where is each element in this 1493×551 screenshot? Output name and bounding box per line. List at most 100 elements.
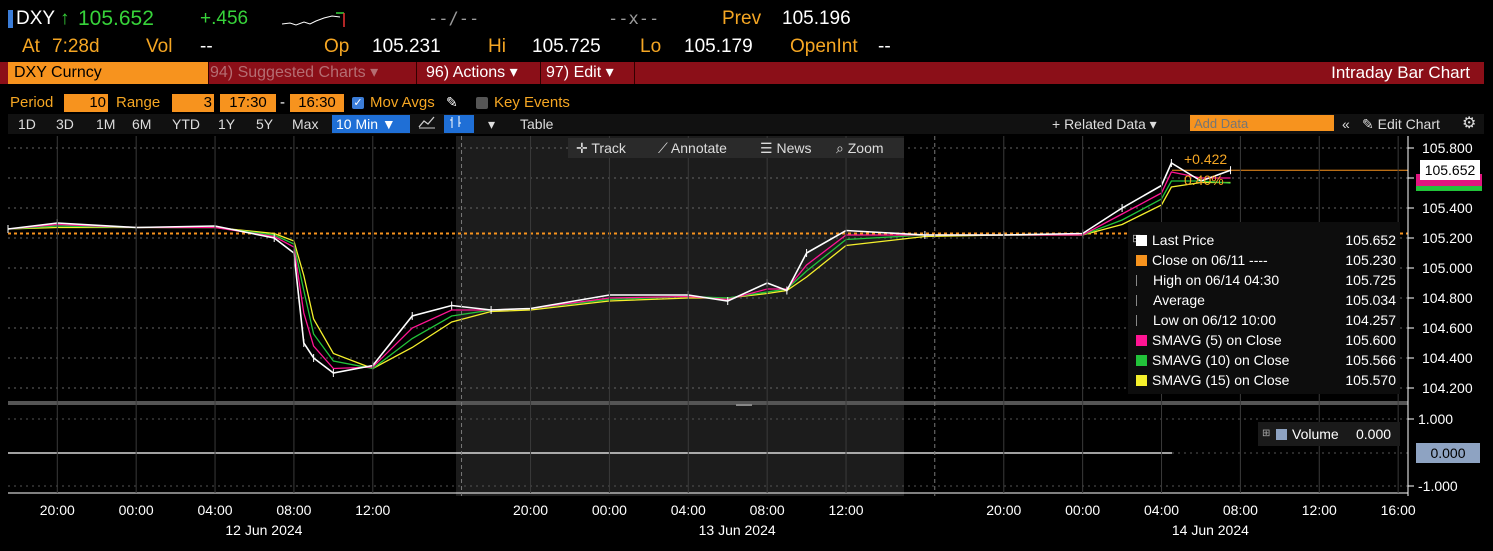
sparkline-icon bbox=[281, 12, 345, 27]
high-value: 105.725 bbox=[532, 36, 601, 57]
legend-row[interactable]: Low on 06/12 10:00 104.257 bbox=[1136, 310, 1400, 330]
edit-chart-button[interactable]: ✎ Edit Chart bbox=[1358, 115, 1444, 133]
volume-expand-icon[interactable]: ⊞ bbox=[1262, 422, 1270, 446]
prev-value: 105.196 bbox=[782, 8, 851, 29]
bid-ask: --/-- bbox=[428, 9, 480, 29]
period-input[interactable]: 10 bbox=[64, 94, 108, 112]
range-input[interactable]: 3 bbox=[172, 94, 214, 112]
collapse-icon[interactable]: « bbox=[1338, 115, 1354, 133]
legend-row[interactable]: SMAVG (10) on Close 105.566 bbox=[1136, 350, 1400, 370]
bid-ask-size: --x-- bbox=[608, 9, 660, 29]
legend-value: 105.566 bbox=[1345, 352, 1396, 368]
change-tag: +0.422 bbox=[1184, 151, 1228, 167]
legend-row[interactable]: SMAVG (15) on Close 105.570 bbox=[1136, 370, 1400, 390]
chart-type-dropdown-icon[interactable]: ▾ bbox=[484, 115, 499, 133]
edit-button[interactable]: 97) Edit ▾ bbox=[540, 62, 635, 84]
time-label: 00:00 bbox=[591, 502, 627, 518]
legend-row[interactable]: Average 105.034 bbox=[1136, 290, 1400, 310]
legend-label: SMAVG (15) on Close bbox=[1152, 372, 1290, 388]
annotate-tool[interactable]: ⟋ Annotate bbox=[658, 138, 727, 158]
date-label: 12 Jun 2024 bbox=[225, 522, 303, 538]
mov-avgs-checkbox[interactable]: ✓ bbox=[352, 97, 364, 109]
legend-value: 105.570 bbox=[1345, 372, 1396, 388]
track-tool[interactable]: ✛ Track bbox=[576, 138, 626, 158]
time-label: 04:00 bbox=[1143, 502, 1180, 518]
key-events-label[interactable]: Key Events bbox=[494, 94, 570, 112]
range-5y[interactable]: 5Y bbox=[252, 115, 277, 133]
legend-label: SMAVG (5) on Close bbox=[1152, 332, 1282, 348]
security-field[interactable]: DXY Curncy bbox=[8, 62, 209, 84]
edit-chart-label: Edit Chart bbox=[1377, 116, 1440, 132]
line-chart-icon[interactable] bbox=[414, 115, 440, 133]
time-label: 20:00 bbox=[986, 502, 1022, 518]
legend-value: 105.652 bbox=[1345, 232, 1396, 248]
range-1d[interactable]: 1D bbox=[14, 115, 40, 133]
range-max[interactable]: Max bbox=[288, 115, 322, 133]
openint-value: -- bbox=[878, 36, 891, 57]
key-events-checkbox[interactable] bbox=[476, 97, 488, 109]
last-price: 105.652 bbox=[78, 7, 154, 30]
legend-swatch bbox=[1136, 295, 1148, 306]
start-time-input[interactable]: 17:30 bbox=[220, 94, 276, 112]
bar-chart-icon[interactable] bbox=[444, 115, 474, 133]
interval-dropdown[interactable]: 10 Min ▼ bbox=[332, 115, 410, 133]
legend-value: 105.034 bbox=[1345, 292, 1396, 308]
track-label: Track bbox=[591, 140, 626, 156]
table-button[interactable]: Table bbox=[516, 115, 557, 133]
legend-label: Average bbox=[1153, 292, 1205, 308]
range-3d[interactable]: 3D bbox=[52, 115, 78, 133]
mov-avgs-label[interactable]: Mov Avgs bbox=[370, 94, 435, 112]
add-data-input[interactable] bbox=[1190, 115, 1334, 131]
time-label: 12:00 bbox=[828, 502, 864, 518]
time-label: 20:00 bbox=[513, 502, 549, 518]
price-tick-label: 104.200 bbox=[1422, 380, 1473, 396]
time-label: 00:00 bbox=[118, 502, 154, 518]
legend-label: High on 06/14 04:30 bbox=[1153, 272, 1280, 288]
actions-button[interactable]: 96) Actions ▾ bbox=[420, 62, 541, 84]
legend-swatch bbox=[1136, 235, 1147, 246]
end-time-input[interactable]: 16:30 bbox=[290, 94, 344, 112]
last-price-tag: 105.652 bbox=[1420, 160, 1480, 180]
time-label: 20:00 bbox=[39, 502, 75, 518]
function-toolbar: DXY Curncy 94) Suggested Charts ▾ 96) Ac… bbox=[0, 62, 1484, 84]
news-tool[interactable]: ☰ News bbox=[760, 138, 811, 158]
range-6m[interactable]: 6M bbox=[128, 115, 155, 133]
time-label: 08:00 bbox=[749, 502, 785, 518]
window-title: Intraday Bar Chart bbox=[1331, 63, 1470, 82]
pencil-icon[interactable]: ✎ bbox=[446, 94, 458, 111]
legend-label: SMAVG (10) on Close bbox=[1152, 352, 1290, 368]
low-value: 105.179 bbox=[684, 36, 753, 57]
legend-swatch bbox=[1136, 335, 1147, 346]
range-1m[interactable]: 1M bbox=[92, 115, 119, 133]
news-label: News bbox=[776, 140, 812, 156]
related-data-button[interactable]: + Related Data ▾ bbox=[1048, 115, 1161, 133]
legend-value: 104.257 bbox=[1345, 312, 1396, 328]
range-ytd[interactable]: YTD bbox=[168, 115, 204, 133]
legend-swatch bbox=[1136, 315, 1148, 326]
legend-swatch bbox=[1136, 275, 1148, 286]
price-tick-label: 104.400 bbox=[1422, 350, 1473, 366]
legend-value: 105.600 bbox=[1345, 332, 1396, 348]
legend-value: 105.230 bbox=[1345, 252, 1396, 268]
legend-row[interactable]: Last Price 105.652 bbox=[1136, 230, 1400, 250]
range-1y[interactable]: 1Y bbox=[214, 115, 239, 133]
volume-label: Volume bbox=[1292, 426, 1339, 442]
range-toolbar: 1D 3D 1M 6M YTD 1Y 5Y Max 10 Min ▼ ▾ Tab… bbox=[8, 114, 1484, 134]
chart-legend[interactable]: ⊟ Last Price105.652Close on 06/11 ----10… bbox=[1128, 222, 1400, 394]
suggested-charts-button[interactable]: 94) Suggested Charts ▾ bbox=[204, 62, 417, 84]
zoom-tool[interactable]: ⌕ Zoom bbox=[836, 138, 884, 158]
volume-tick-label: 1.000 bbox=[1418, 411, 1453, 427]
period-label: Period bbox=[10, 94, 54, 111]
legend-label: Low on 06/12 10:00 bbox=[1153, 312, 1276, 328]
price-tick-label: 105.200 bbox=[1422, 230, 1473, 246]
ticker: DXY bbox=[16, 8, 56, 29]
settings-gear-icon[interactable]: ⚙ bbox=[1458, 115, 1480, 133]
legend-row[interactable]: High on 06/14 04:30 105.725 bbox=[1136, 270, 1400, 290]
zoom-icon: ⌕ bbox=[836, 140, 848, 156]
vol-value: -- bbox=[200, 36, 213, 57]
legend-row[interactable]: SMAVG (5) on Close 105.600 bbox=[1136, 330, 1400, 350]
volume-legend[interactable]: ⊞ Volume 0.000 bbox=[1258, 422, 1400, 446]
price-tick-label: 104.600 bbox=[1422, 320, 1473, 336]
legend-row[interactable]: Close on 06/11 ---- 105.230 bbox=[1136, 250, 1400, 270]
volume-value: 0.000 bbox=[1356, 426, 1392, 442]
